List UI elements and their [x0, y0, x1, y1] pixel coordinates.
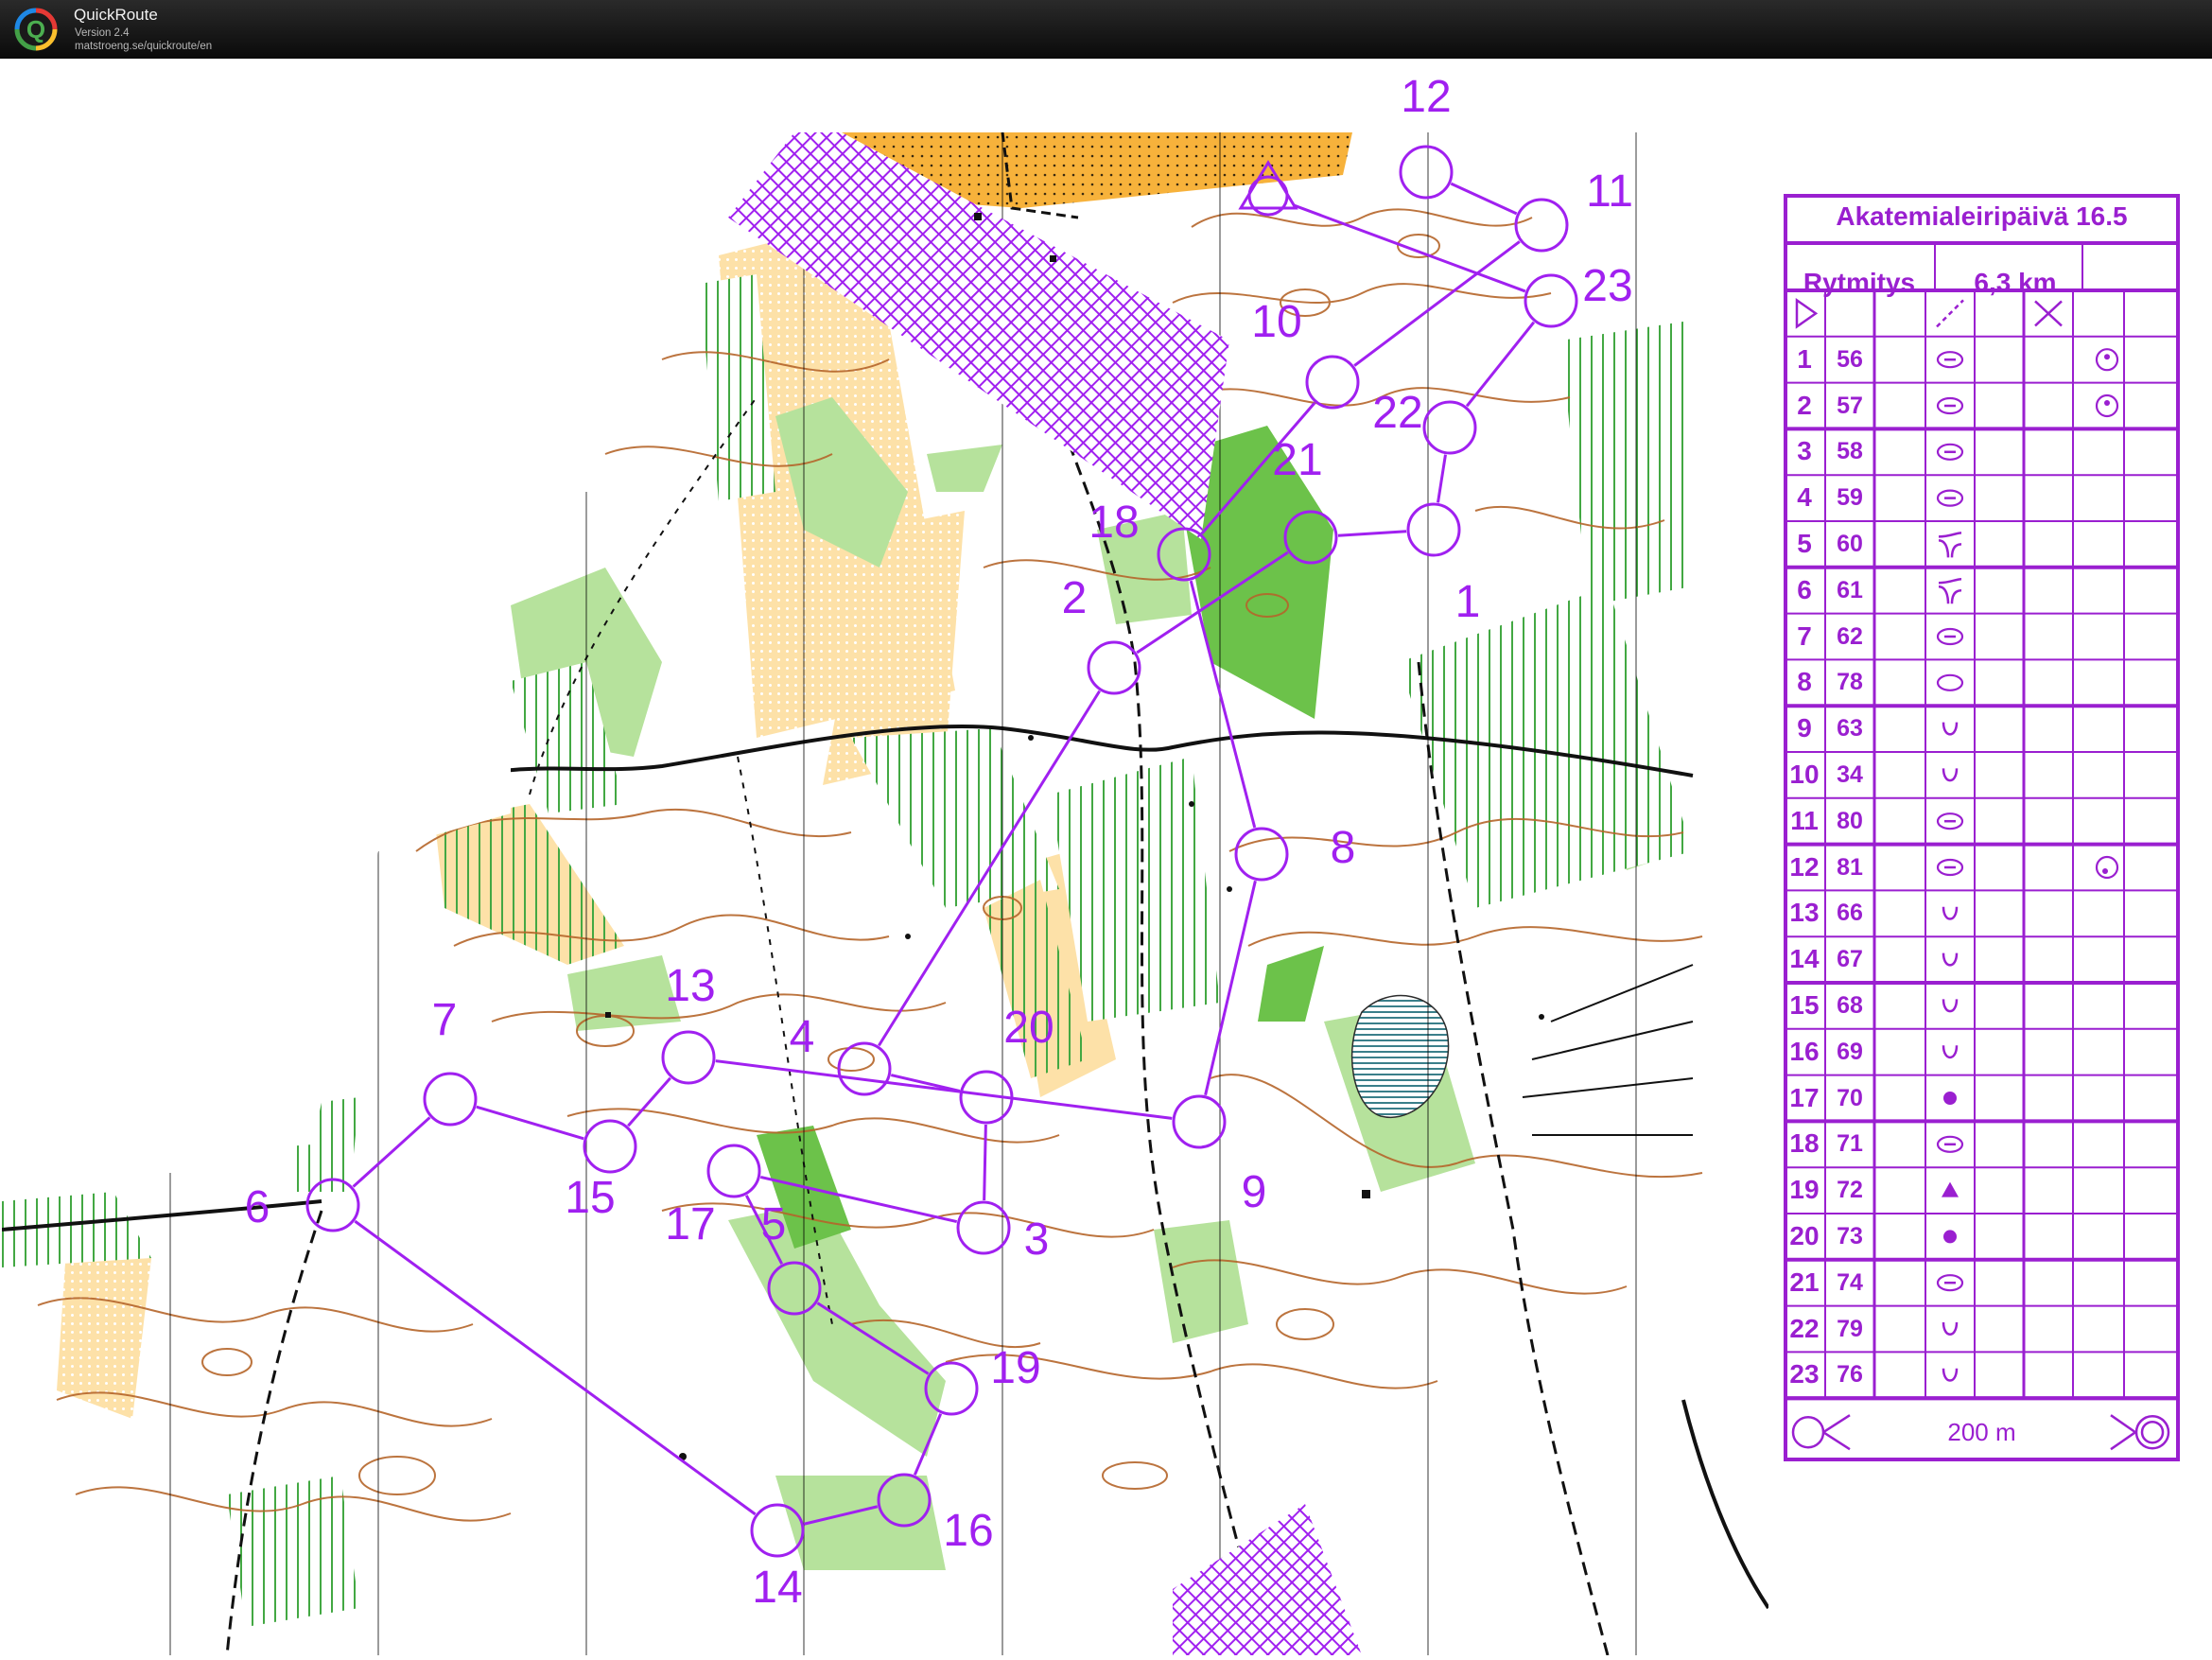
control-number-9: 9 [1242, 1167, 1267, 1217]
quickroute-logo-icon: Q [14, 8, 58, 51]
svg-text:Q: Q [26, 15, 45, 44]
depression-symbol-icon [1942, 999, 1959, 1013]
depression-symbol-icon [1942, 952, 1959, 967]
control-number-16: 16 [943, 1506, 993, 1556]
control-number-5: 5 [761, 1199, 787, 1249]
leg-from-icon [2110, 1414, 2138, 1451]
leg-to-icon [1822, 1414, 1851, 1451]
boulder-dot-symbol-icon [1943, 1230, 1957, 1244]
control-number-17: 17 [665, 1199, 715, 1249]
position-dot-icon [2104, 354, 2110, 360]
finish-inner-circle-icon [2140, 1420, 2165, 1444]
control-number-11: 11 [1586, 166, 1633, 217]
control-description-sheet: Akatemialeiripäivä 16.5 Rytmitys 6,3 km … [1784, 194, 2180, 1461]
control-number-22: 22 [1372, 388, 1422, 438]
control-description-grid [1784, 194, 2180, 1461]
control-number-10: 10 [1251, 297, 1301, 347]
cross-icon [2034, 300, 2063, 327]
map-viewport[interactable]: 23 22 1 21 2 4 20 3 5 19 16 14 6 7 15 13 17 9 8 18 10 11 12 Ak… [0, 59, 2212, 1655]
position-dot-icon [2104, 400, 2110, 406]
depression-symbol-icon [1942, 722, 1959, 736]
control-number-1: 1 [1455, 577, 1481, 627]
depression-symbol-icon [1942, 1321, 1959, 1336]
control-number-21: 21 [1272, 435, 1322, 485]
control-number-3: 3 [1024, 1214, 1050, 1265]
spur-symbol-icon [1938, 577, 1962, 604]
depression-symbol-icon [1942, 906, 1959, 920]
control-number-23: 23 [1582, 261, 1632, 311]
control-number-20: 20 [1003, 1003, 1054, 1053]
boulder-dot-symbol-icon [1943, 1092, 1957, 1105]
app-version: Version 2.4 [75, 27, 130, 39]
control-number-8: 8 [1331, 823, 1356, 873]
spur-symbol-icon [1938, 532, 1962, 558]
control-number-4: 4 [790, 1012, 815, 1062]
control-number-7: 7 [432, 995, 458, 1045]
control-number-2: 2 [1062, 573, 1088, 623]
control-number-15: 15 [565, 1173, 615, 1223]
depression-symbol-icon [1942, 1045, 1959, 1059]
legend-border [1784, 194, 2180, 1461]
window-titlebar: Q QuickRoute Version 2.4 matstroeng.se/q… [0, 0, 2212, 59]
app-name: QuickRoute [74, 6, 158, 24]
position-circle-icon [2095, 348, 2119, 372]
position-circle-icon [2095, 855, 2119, 880]
control-number-12: 12 [1401, 72, 1451, 122]
leg-direction-icon [1936, 299, 1964, 328]
elongated-oval-symbol-icon [1936, 673, 1964, 691]
control-circle-icon [1791, 1415, 1825, 1449]
start-triangle-icon [1795, 297, 1819, 329]
app-url[interactable]: matstroeng.se/quickroute/en [75, 41, 212, 52]
control-number-18: 18 [1089, 498, 1139, 548]
control-number-6: 6 [245, 1182, 270, 1232]
control-number-14: 14 [752, 1563, 802, 1613]
position-dot-icon [2102, 868, 2108, 874]
control-number-19: 19 [990, 1343, 1040, 1393]
triangle-symbol-icon [1942, 1181, 1959, 1197]
depression-symbol-icon [1942, 768, 1959, 782]
control-number-13: 13 [665, 961, 715, 1011]
depression-symbol-icon [1942, 1368, 1959, 1382]
course-leg-line [983, 1124, 987, 1201]
